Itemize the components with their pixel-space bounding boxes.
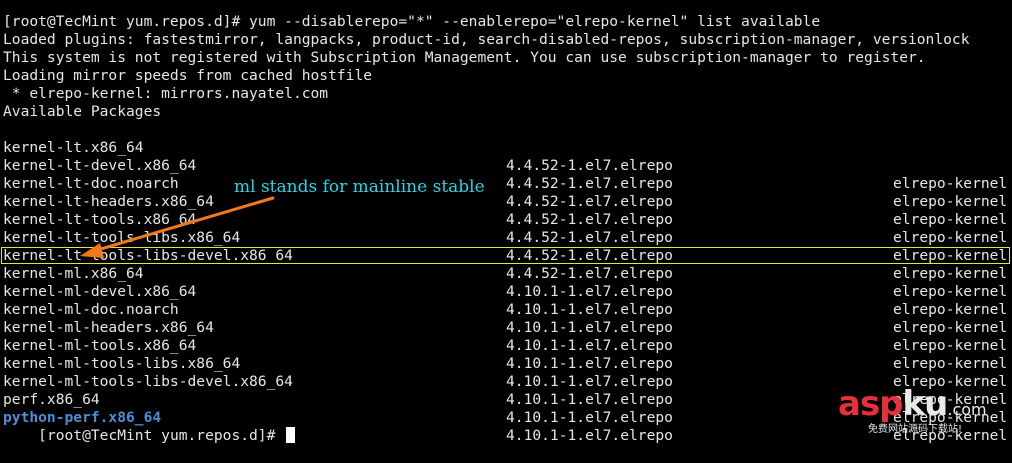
annotation-arrow-icon: [80, 196, 275, 258]
arrow-shaft: [92, 196, 275, 253]
watermark-tagline: 免费网站源码下载站!: [868, 424, 963, 435]
watermark: aspku.com 免费网站源码下载站!: [838, 386, 1008, 436]
terminal-window[interactable]: [root@TecMint yum.repos.d]# yum --disabl…: [0, 0, 1012, 444]
arrow-head: [80, 243, 104, 258]
